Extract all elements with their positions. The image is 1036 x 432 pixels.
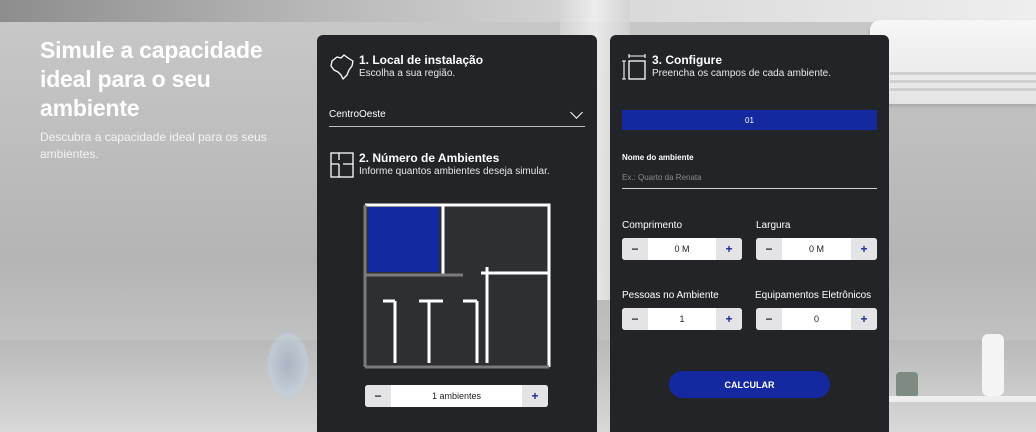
people-increment-button[interactable]: +	[716, 308, 742, 330]
step3-header: 3. Configure Preencha os campos de cada …	[622, 53, 831, 81]
step3-description: Preencha os campos de cada ambiente.	[652, 68, 831, 79]
length-label: Comprimento	[622, 220, 683, 231]
room-highlight	[368, 207, 439, 272]
width-increment-button[interactable]: +	[851, 238, 877, 260]
people-stepper: − 1 +	[622, 308, 742, 330]
floor-plan-icon	[329, 151, 355, 179]
devices-label: Equipamentos Eletrônicos	[755, 290, 872, 301]
people-value[interactable]: 1	[648, 314, 716, 324]
width-decrement-button[interactable]: −	[756, 238, 782, 260]
hero: Simule a capacidade ideal para o seu amb…	[40, 36, 300, 163]
region-select[interactable]: CentroOeste	[329, 103, 585, 127]
background-shelf	[880, 396, 1036, 402]
room-name-input[interactable]: Ex.: Quarto da Renata	[622, 167, 877, 189]
rooms-stepper: − 1 ambientes +	[365, 385, 548, 407]
step1-header: 1. Local de instalação Escolha a sua reg…	[329, 53, 483, 81]
rooms-decrement-button[interactable]: −	[365, 385, 391, 407]
step2-header: 2. Número de Ambientes Informe quantos a…	[329, 151, 550, 179]
floor-plan-diagram	[363, 203, 551, 369]
width-label: Largura	[756, 220, 791, 231]
background-vase	[982, 334, 1004, 396]
step2-description: Informe quantos ambientes deseja simular…	[359, 166, 550, 177]
region-value: CentroOeste	[329, 109, 386, 120]
devices-value[interactable]: 0	[782, 314, 851, 324]
devices-decrement-button[interactable]: −	[756, 308, 782, 330]
width-stepper: − 0 M +	[756, 238, 877, 260]
panel-configure: 3. Configure Preencha os campos de cada …	[610, 35, 889, 432]
length-decrement-button[interactable]: −	[622, 238, 648, 260]
panel-location-rooms: 1. Local de instalação Escolha a sua reg…	[317, 35, 597, 432]
devices-increment-button[interactable]: +	[851, 308, 877, 330]
room-tab-01[interactable]: 01	[622, 110, 877, 130]
brazil-map-icon	[329, 53, 355, 81]
devices-stepper: − 0 +	[756, 308, 877, 330]
calculate-button[interactable]: CALCULAR	[669, 371, 830, 398]
length-stepper: − 0 M +	[622, 238, 742, 260]
background-plant	[896, 372, 918, 396]
background-ceiling	[0, 0, 1036, 22]
hero-subtitle: Descubra a capacidade ideal para os seus…	[40, 130, 267, 161]
length-increment-button[interactable]: +	[716, 238, 742, 260]
step3-title: 3. Configure	[652, 53, 723, 67]
room-name-label: Nome do ambiente	[622, 153, 694, 162]
dimensions-icon	[622, 53, 648, 81]
step1-title: 1. Local de instalação	[359, 53, 484, 67]
hero-title: Simule a capacidade ideal para o seu amb…	[40, 37, 263, 121]
width-value[interactable]: 0 M	[782, 244, 851, 254]
people-decrement-button[interactable]: −	[622, 308, 648, 330]
rooms-increment-button[interactable]: +	[522, 385, 548, 407]
rooms-value[interactable]: 1 ambientes	[391, 391, 522, 401]
background-air-conditioner	[870, 20, 1036, 104]
background-fan	[266, 330, 310, 400]
length-value[interactable]: 0 M	[648, 244, 716, 254]
chevron-down-icon	[570, 106, 583, 119]
people-label: Pessoas no Ambiente	[622, 290, 719, 301]
step1-description: Escolha a sua região.	[359, 68, 456, 79]
step2-title: 2. Número de Ambientes	[359, 151, 500, 165]
